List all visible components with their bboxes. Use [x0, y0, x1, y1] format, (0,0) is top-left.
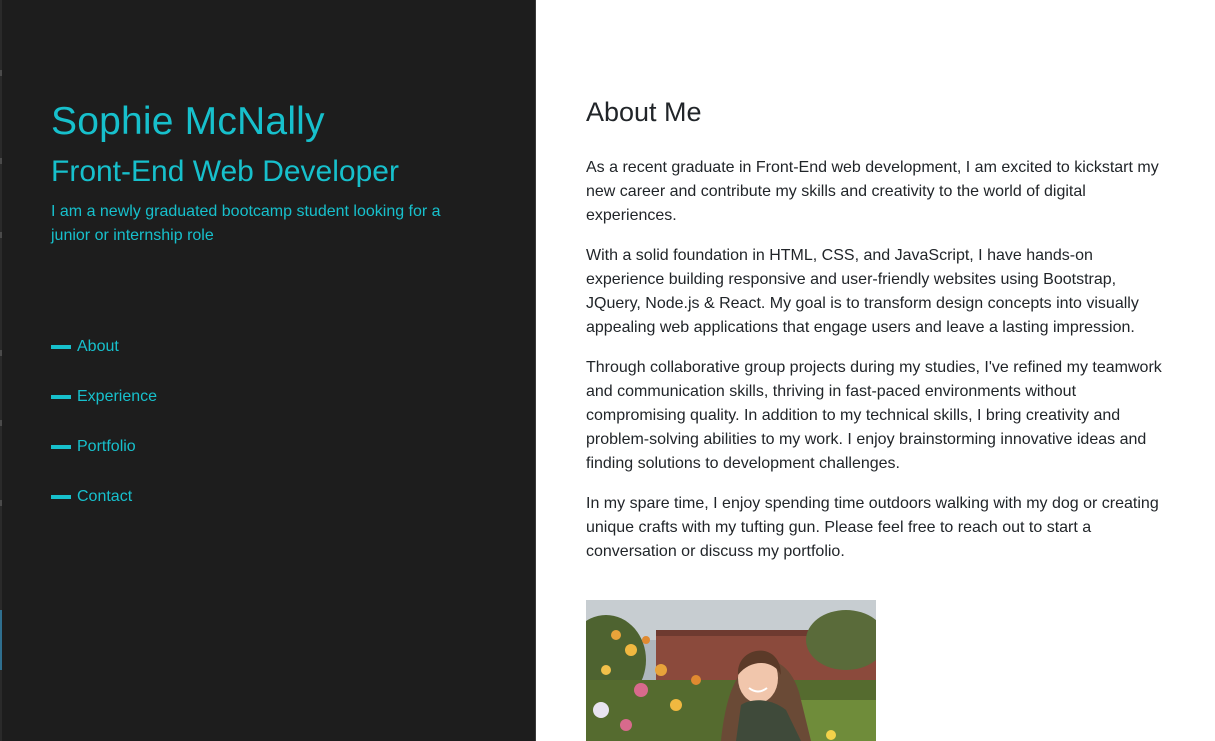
about-title: About Me [586, 97, 702, 127]
main-content: About Me As a recent graduate in Front-E… [536, 0, 1215, 741]
section-nav: About Experience Portfolio Contact [51, 336, 157, 536]
about-paragraph: As a recent graduate in Front-End web de… [586, 159, 1159, 224]
profile-photo [586, 600, 876, 741]
nav-item-label[interactable]: Contact [77, 488, 132, 506]
tagline: I am a newly graduated bootcamp student … [51, 203, 441, 244]
nav-item-about[interactable]: About [51, 336, 157, 358]
sidebar: Sophie McNally Front-End Web Developer I… [0, 0, 536, 741]
page: Sophie McNally Front-End Web Developer I… [0, 0, 1215, 741]
about-text: As a recent graduate in Front-End web de… [586, 156, 1166, 580]
dash-icon [51, 445, 71, 449]
dash-icon [51, 495, 71, 499]
dash-icon [51, 345, 71, 349]
nav-item-portfolio[interactable]: Portfolio [51, 436, 157, 458]
nav-item-label[interactable]: Portfolio [77, 438, 136, 456]
nav-item-contact[interactable]: Contact [51, 486, 157, 508]
window-edge [0, 0, 2, 741]
developer-role: Front-End Web Developer [51, 155, 399, 188]
about-paragraph: In my spare time, I enjoy spending time … [586, 495, 1159, 560]
nav-item-experience[interactable]: Experience [51, 386, 157, 408]
nav-item-label[interactable]: About [77, 338, 119, 356]
dash-icon [51, 395, 71, 399]
developer-name: Sophie McNally [51, 100, 325, 143]
nav-item-label[interactable]: Experience [77, 388, 157, 406]
about-paragraph: With a solid foundation in HTML, CSS, an… [586, 247, 1139, 336]
about-paragraph: Through collaborative group projects dur… [586, 359, 1162, 472]
